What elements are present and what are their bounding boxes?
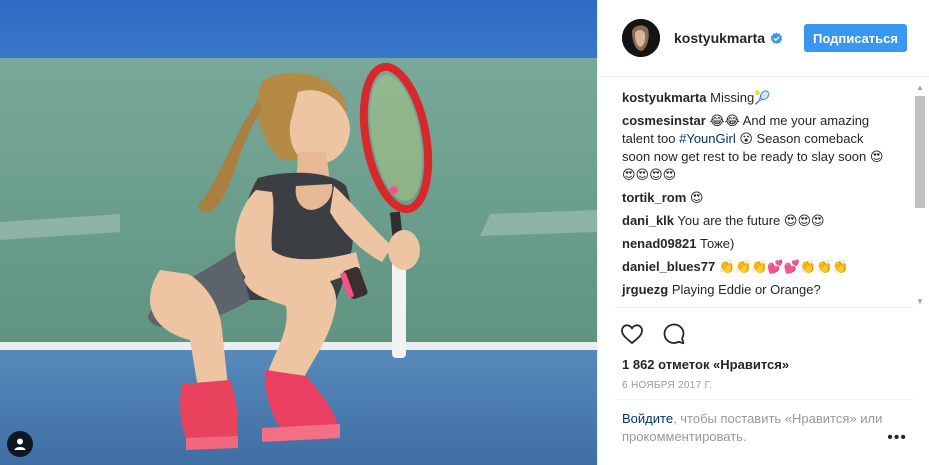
comment-item: jrguezg Playing Eddie or Orange? [622, 281, 907, 299]
caption: kostyukmarta Missing🎾 [622, 89, 907, 107]
scroll-up-arrow-icon[interactable]: ▲ [913, 80, 927, 94]
comment-item: cosmesinstar 😂😂 And me your amazing tale… [622, 112, 907, 184]
login-link[interactable]: Войдите [622, 411, 673, 426]
scroll-thumb[interactable] [915, 96, 925, 208]
likes-count[interactable]: 1 862 отметок «Нравится» [598, 351, 929, 372]
post-date[interactable]: 6 НОЯБРЯ 2017 Г. [598, 372, 929, 391]
user-tag-icon[interactable] [7, 431, 33, 457]
comment-text: Тоже) [696, 236, 735, 251]
comment-item: daniel_blues77 👏👏👏💕💕👏👏👏 [622, 258, 907, 276]
instagram-post: kostyukmarta Подписаться kostyukmarta Mi… [0, 0, 929, 465]
comment-text: Playing Eddie or Orange? [668, 282, 821, 297]
comments-scrollbar[interactable]: ▲ ▼ [913, 80, 927, 308]
comment-author[interactable]: daniel_blues77 [622, 259, 715, 274]
avatar[interactable] [622, 19, 660, 57]
comment-text: 👏👏👏💕💕👏👏👏 [715, 259, 849, 274]
comment-item: nenad09821 Тоже) [622, 235, 907, 253]
post-header: kostyukmarta Подписаться [598, 0, 929, 77]
heart-icon[interactable] [620, 322, 644, 346]
comment-author[interactable]: jrguezg [622, 282, 668, 297]
comments-list[interactable]: kostyukmarta Missing🎾 cosmesinstar 😂😂 An… [598, 77, 929, 307]
comment-item: dani_klk You are the future 😍😍😍 [622, 212, 907, 230]
tennis-photo-illustration [0, 0, 597, 465]
post-side-panel: kostyukmarta Подписаться kostyukmarta Mi… [597, 0, 929, 465]
username-row: kostyukmarta [674, 30, 804, 46]
comment-author[interactable]: nenad09821 [622, 236, 696, 251]
comment-text: 😍 [686, 190, 704, 205]
comment-author[interactable]: dani_klk [622, 213, 674, 228]
hashtag-link[interactable]: #YounGirl [679, 131, 736, 146]
verified-icon [770, 31, 783, 44]
scroll-down-arrow-icon[interactable]: ▼ [913, 294, 927, 308]
username-link[interactable]: kostyukmarta [674, 30, 765, 46]
comment-text: You are the future 😍😍😍 [674, 213, 825, 228]
comment-item: tortik_rom 😍 [622, 189, 907, 207]
login-prompt: Войдите, чтобы поставить «Нравится» или … [614, 399, 913, 465]
follow-button[interactable]: Подписаться [803, 24, 907, 52]
post-photo[interactable] [0, 0, 597, 465]
comment-text: Missing🎾 [706, 90, 771, 105]
comment-author[interactable]: tortik_rom [622, 190, 686, 205]
comment-author[interactable]: cosmesinstar [622, 113, 706, 128]
comment-author[interactable]: kostyukmarta [622, 90, 707, 105]
post-actions [614, 307, 913, 351]
more-options-icon[interactable]: ••• [887, 429, 907, 447]
comment-icon[interactable] [662, 322, 686, 346]
